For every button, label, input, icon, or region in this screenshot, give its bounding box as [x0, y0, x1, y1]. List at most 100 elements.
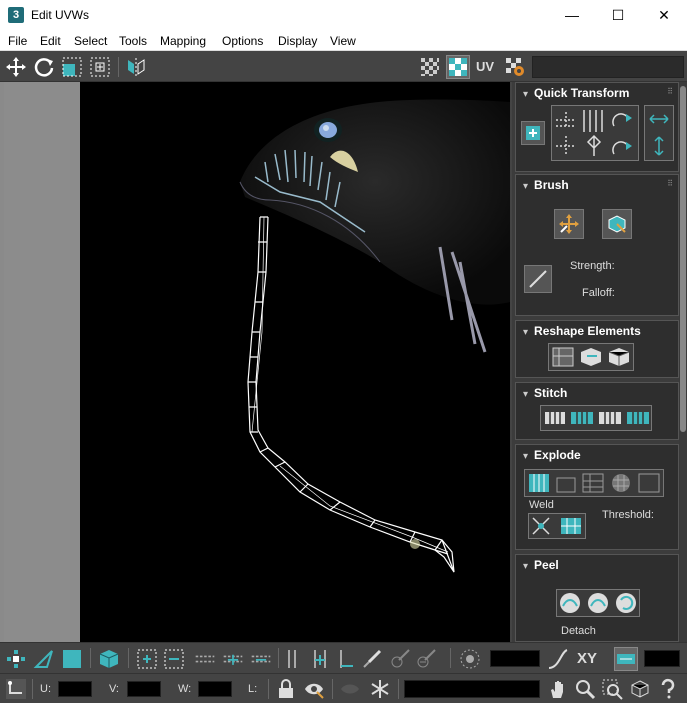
absolute-offset-toggle[interactable]	[4, 677, 28, 701]
soft-selection-value[interactable]	[490, 650, 540, 667]
hand-icon	[551, 681, 563, 698]
lock-selection-button[interactable]	[274, 677, 298, 701]
selection-set-field[interactable]	[404, 680, 540, 698]
soft-selection-button[interactable]	[458, 647, 482, 671]
panel-scroll-thumb[interactable]	[680, 86, 686, 432]
w-coordinate-field[interactable]	[198, 681, 232, 697]
menu-edit[interactable]: Edit	[40, 34, 61, 48]
v-coordinate-field[interactable]	[127, 681, 161, 697]
v-coordinate-label: V:	[109, 683, 119, 695]
rollout-reshape-elements: Reshape Elements	[515, 320, 679, 378]
maximize-button[interactable]: ☐	[595, 0, 641, 30]
falloff-label: Falloff:	[582, 287, 615, 299]
stitch-title[interactable]: Stitch	[523, 386, 567, 400]
loop-shrink-button[interactable]	[248, 647, 274, 671]
edge-mode-button[interactable]	[32, 647, 56, 671]
ring-selection-button[interactable]	[280, 647, 304, 671]
close-button[interactable]: ✕	[641, 0, 687, 30]
menu-tools[interactable]: Tools	[119, 34, 147, 48]
texture-map-button[interactable]	[446, 55, 470, 79]
reshape-buttons-group	[548, 343, 634, 371]
checker-toggle-button[interactable]	[418, 55, 442, 79]
menu-view[interactable]: View	[330, 34, 356, 48]
falloff-curve-icon	[548, 649, 568, 669]
rotate-tool-button[interactable]	[32, 55, 56, 79]
plus-box-icon	[526, 126, 540, 140]
menu-display[interactable]: Display	[278, 34, 317, 48]
vertex-icon	[7, 650, 25, 668]
help-button[interactable]	[656, 677, 680, 701]
toolbar-separator	[278, 648, 279, 668]
rollout-peel: Peel Detach	[515, 554, 679, 642]
grow-selection-button[interactable]	[135, 647, 159, 671]
texture-image	[239, 99, 510, 353]
edge-distance-button[interactable]	[614, 647, 638, 671]
toolbar-separator	[118, 57, 119, 77]
hide-button[interactable]	[302, 677, 326, 701]
checker-pattern-icon	[421, 58, 439, 76]
texture-dropdown[interactable]	[532, 56, 684, 78]
freeform-tool-button[interactable]	[88, 55, 112, 79]
move-tool-button[interactable]	[4, 55, 28, 79]
texture-settings-button[interactable]	[503, 55, 527, 79]
drag-grip-icon[interactable]: ⠿	[667, 179, 673, 188]
question-icon	[661, 678, 675, 699]
paint-grow-button[interactable]	[388, 647, 412, 671]
edge-distance-value[interactable]	[644, 650, 680, 667]
zoom-extents-button[interactable]	[628, 677, 652, 701]
paint-select-button[interactable]	[360, 647, 384, 671]
uv-mode-label[interactable]: UV	[476, 59, 494, 74]
mirror-tool-button[interactable]	[124, 55, 148, 79]
drag-grip-icon[interactable]: ⠿	[667, 87, 673, 96]
minimize-button[interactable]: —	[549, 0, 595, 30]
peel-title[interactable]: Peel	[523, 558, 559, 572]
loop-minus-icon	[251, 655, 271, 663]
w-coordinate-label: W:	[178, 683, 192, 695]
align-buttons-group	[551, 105, 639, 161]
freeze-button[interactable]	[368, 677, 392, 701]
zoom-region-icon	[602, 679, 623, 700]
reshape-elements-title[interactable]: Reshape Elements	[523, 324, 641, 338]
scale-tool-button[interactable]	[60, 55, 84, 79]
pan-button[interactable]	[546, 677, 570, 701]
selection-toolbar: XY	[0, 642, 687, 673]
status-toolbar: U: V: W: L:	[0, 673, 687, 703]
uv-grid-border	[4, 82, 80, 642]
ring-shrink-button[interactable]	[334, 647, 358, 671]
unhide-button[interactable]	[338, 677, 362, 701]
shrink-selection-button[interactable]	[162, 647, 186, 671]
paint-shrink-button[interactable]	[414, 647, 438, 671]
face-mode-button[interactable]	[60, 647, 84, 671]
relax-brush-button[interactable]	[602, 209, 632, 239]
paint-move-button[interactable]	[554, 209, 584, 239]
stitch-icons	[545, 412, 649, 424]
peel-icons	[560, 593, 636, 613]
flip-buttons-group	[644, 105, 674, 161]
zoom-region-button[interactable]	[600, 677, 624, 701]
title-bar: 3 Edit UVWs — ☐ ✕	[0, 0, 687, 30]
menu-select[interactable]: Select	[74, 34, 107, 48]
menu-file[interactable]: File	[8, 34, 27, 48]
falloff-curve-button[interactable]	[524, 265, 552, 293]
falloff-type-button[interactable]	[546, 647, 570, 671]
ring-plus-icon	[314, 650, 326, 668]
quick-transform-title[interactable]: Quick Transform	[523, 86, 629, 100]
align-icons	[556, 110, 632, 156]
ring-grow-button[interactable]	[308, 647, 332, 671]
menu-mapping[interactable]: Mapping	[160, 34, 206, 48]
falloff-space-xy[interactable]: XY	[577, 650, 597, 667]
brush-title[interactable]: Brush	[523, 178, 569, 192]
zoom-button[interactable]	[573, 677, 597, 701]
rollout-panel: Quick Transform ⠿ Brush ⠿	[512, 82, 687, 642]
u-coordinate-field[interactable]	[58, 681, 92, 697]
element-mode-button[interactable]	[97, 647, 121, 671]
pivot-center-button[interactable]	[521, 121, 545, 145]
loop-grow-button[interactable]	[220, 647, 246, 671]
viewport-canvas	[239, 99, 510, 573]
loop-selection-button[interactable]	[192, 647, 218, 671]
uv-editor-viewport[interactable]	[80, 82, 510, 642]
vertex-mode-button[interactable]	[4, 647, 28, 671]
window-title: Edit UVWs	[31, 8, 90, 22]
menu-options[interactable]: Options	[222, 34, 263, 48]
explode-title[interactable]: Explode	[523, 448, 581, 462]
